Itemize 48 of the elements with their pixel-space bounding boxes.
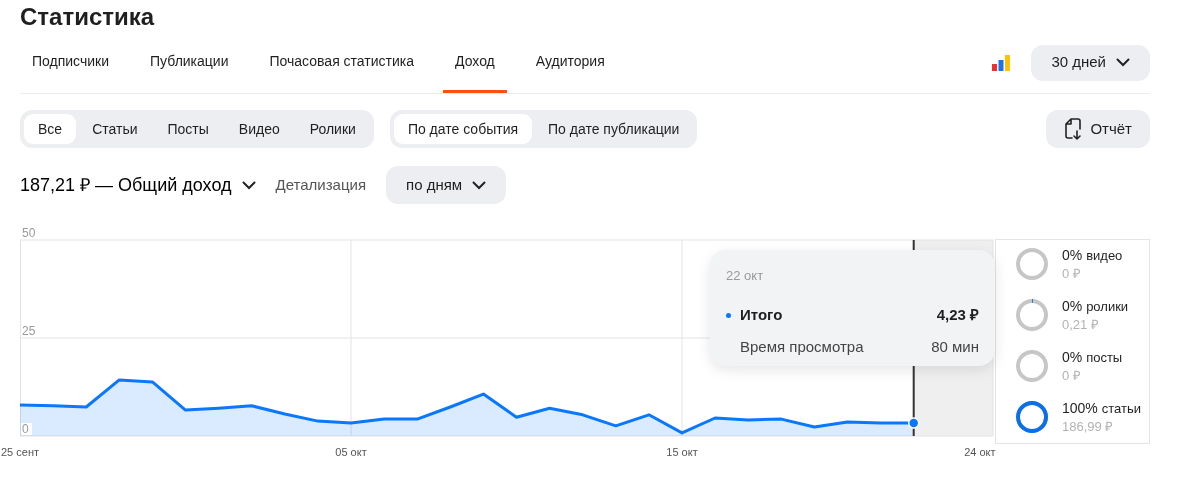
axis-label: 50 xyxy=(22,226,36,240)
donut-chart-icon xyxy=(1014,399,1050,435)
axis-label: 25 сент xyxy=(1,446,39,458)
report-button[interactable]: Отчёт xyxy=(1046,110,1150,148)
total-dropdown[interactable]: 187,21 ₽ — Общий доход xyxy=(20,171,256,199)
tab[interactable]: Аудитория xyxy=(523,32,617,93)
tooltip-date: 22 окт xyxy=(726,267,765,285)
axis-label: 0 xyxy=(22,422,29,436)
tab[interactable]: Подписчики xyxy=(20,32,121,93)
hover-point xyxy=(907,417,920,429)
breakdown-amount: 186,99 ₽ xyxy=(1062,418,1115,436)
filter-tab[interactable]: Ролики xyxy=(295,114,370,144)
breakdown-amount: 0 ₽ xyxy=(1062,265,1082,283)
axis-label: 24 окт xyxy=(964,446,996,458)
tab[interactable]: Публикации xyxy=(138,32,241,93)
donut-chart-icon xyxy=(1014,348,1050,384)
axis-label: 05 окт xyxy=(335,446,367,458)
filter-tab[interactable]: По дате события xyxy=(393,114,533,144)
series-dot xyxy=(726,313,731,319)
range-dropdown[interactable]: 30 дней xyxy=(1031,44,1150,81)
breakdown-amount: 0,21 ₽ xyxy=(1062,316,1100,334)
filter-tab[interactable]: Статьи xyxy=(78,114,152,144)
breakdown-label: 0% посты xyxy=(1062,348,1123,367)
tab[interactable]: Почасовая статистика xyxy=(257,32,427,93)
axis-label: 25 xyxy=(22,324,36,338)
breakdown-amount: 0 ₽ xyxy=(1062,367,1082,385)
tab[interactable]: Доход xyxy=(443,32,507,93)
bar-chart-icon xyxy=(991,53,1012,72)
axis-label: 15 окт xyxy=(666,446,698,458)
donut-chart-icon xyxy=(1014,297,1050,333)
tooltip-label: Время просмотра xyxy=(740,338,864,355)
detail-dropdown[interactable]: по дням xyxy=(386,166,507,204)
page-title: Статистика xyxy=(20,2,156,32)
breakdown-label: 100% статьи xyxy=(1062,399,1141,418)
chevron-down-icon xyxy=(1116,58,1130,67)
donut-chart-icon xyxy=(1014,246,1050,282)
tooltip-value: 4,23 ₽ xyxy=(936,304,979,325)
chevron-down-icon xyxy=(241,180,256,190)
filter-tab[interactable]: По дате публикации xyxy=(534,114,694,144)
breakdown-label: 0% ролики xyxy=(1062,297,1129,316)
filter-tab[interactable]: Видео xyxy=(224,114,294,144)
tooltip-value: 80 мин xyxy=(931,337,979,357)
chevron-down-icon xyxy=(472,180,487,190)
filter-tab[interactable]: Все xyxy=(24,114,77,144)
detail-label: Детализация xyxy=(275,174,366,195)
breakdown-label: 0% видео xyxy=(1062,246,1123,265)
tooltip-label: Итого xyxy=(740,305,783,323)
filter-tab[interactable]: Посты xyxy=(153,114,223,144)
